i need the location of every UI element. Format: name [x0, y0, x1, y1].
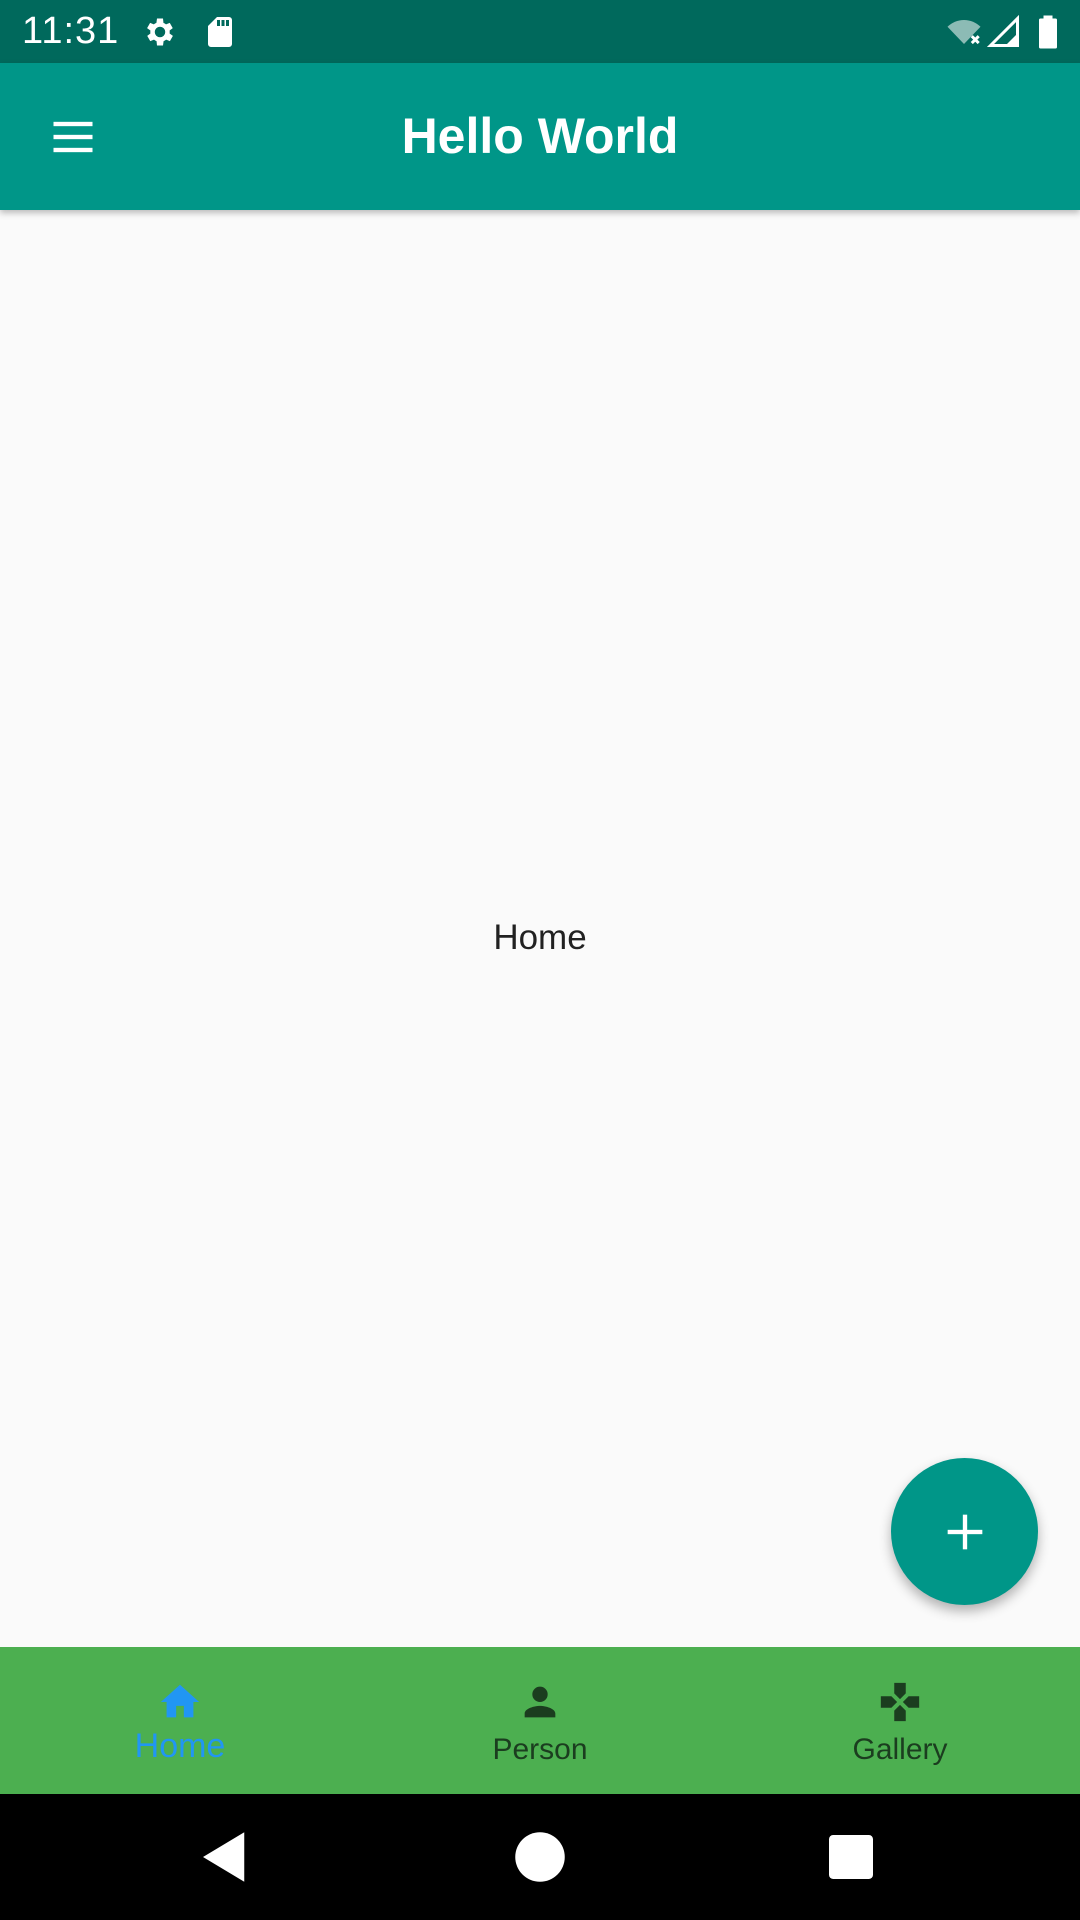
sd-card-icon — [202, 14, 238, 50]
nav-item-gallery[interactable]: Gallery — [720, 1647, 1080, 1794]
system-navigation-bar — [0, 1794, 1080, 1920]
add-button[interactable] — [891, 1458, 1038, 1605]
person-icon — [524, 1686, 556, 1718]
wifi-off-icon — [944, 14, 984, 50]
gamepad-icon — [880, 1682, 920, 1722]
nav-label-gallery: Gallery — [852, 1733, 948, 1766]
nav-item-home[interactable]: Home — [0, 1647, 360, 1794]
system-home-button[interactable] — [507, 1824, 573, 1890]
gear-icon — [142, 14, 178, 50]
main-content: Home — [0, 210, 1080, 1647]
bottom-navigation: Home Person Gallery — [0, 1647, 1080, 1794]
menu-icon — [53, 121, 93, 153]
home-text: Home — [493, 918, 587, 957]
nav-label-home: Home — [134, 1727, 226, 1765]
page-title: Hello World — [401, 108, 679, 164]
system-recents-button[interactable] — [818, 1824, 884, 1890]
nav-item-person[interactable]: Person — [360, 1647, 720, 1794]
app-bar: Hello World — [0, 63, 1080, 210]
signal-icon — [986, 14, 1022, 50]
back-icon — [203, 1832, 245, 1882]
status-bar: 11:31 — [0, 0, 1080, 63]
recents-icon — [829, 1835, 873, 1879]
home-icon — [160, 1684, 200, 1718]
home-circle-icon — [515, 1832, 565, 1882]
battery-icon — [1034, 14, 1062, 50]
plus-icon — [947, 1514, 982, 1549]
status-time: 11:31 — [22, 10, 120, 52]
nav-label-person: Person — [492, 1733, 588, 1766]
menu-button[interactable] — [28, 99, 118, 175]
system-back-button[interactable] — [192, 1824, 258, 1890]
